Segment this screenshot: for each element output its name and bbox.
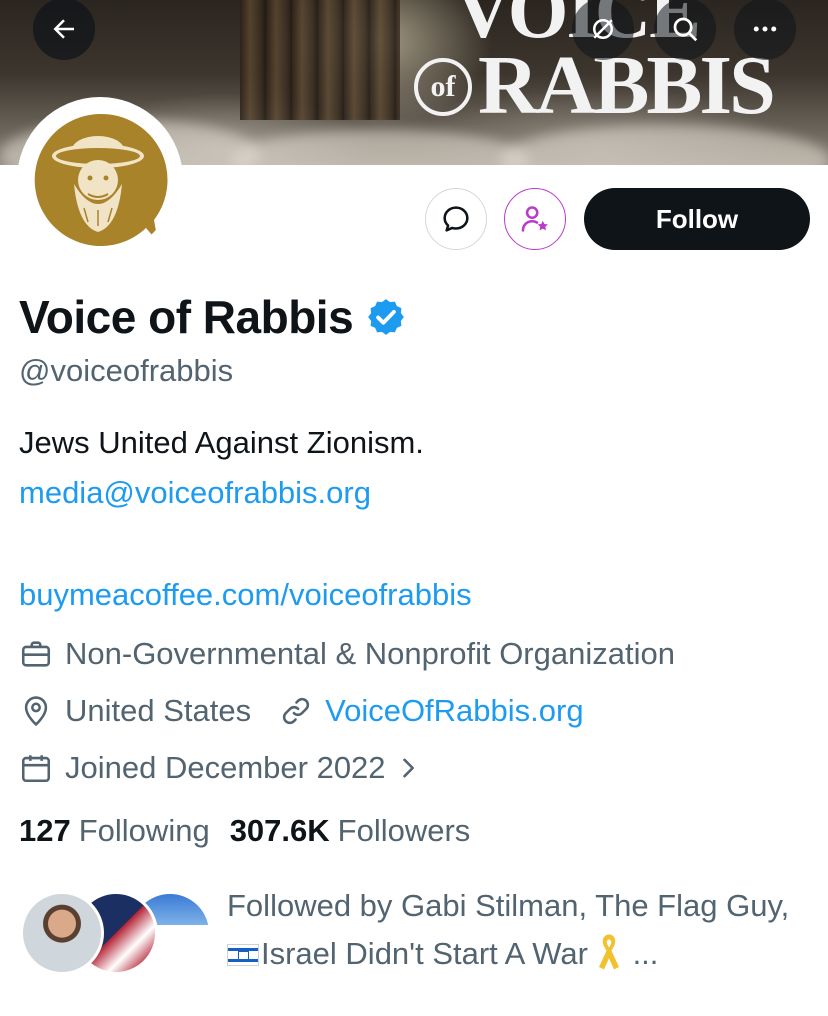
display-name: Voice of Rabbis <box>19 291 354 343</box>
location-label: United States <box>65 693 252 728</box>
more-horizontal-icon <box>753 26 777 32</box>
followers-label: Followers <box>337 813 471 848</box>
subscribe-button[interactable] <box>504 188 566 250</box>
followers-stat[interactable]: 307.6K Followers <box>230 813 471 849</box>
back-button[interactable] <box>33 0 95 60</box>
search-icon <box>673 17 698 42</box>
stats-row: 127 Following 307.6K Followers <box>19 813 490 849</box>
grok-button[interactable] <box>572 0 634 60</box>
briefcase-icon <box>21 641 51 667</box>
verified-badge-icon[interactable] <box>365 296 407 338</box>
message-bubble-icon <box>443 206 469 232</box>
follower-avatar <box>20 891 104 975</box>
website-group[interactable]: VoiceOfRabbis.org <box>279 693 584 729</box>
link-icon <box>283 697 310 725</box>
yellow-ribbon-icon <box>598 934 619 970</box>
bio-email-link[interactable]: media@voiceofrabbis.org <box>19 475 371 511</box>
following-count: 127 <box>19 813 71 848</box>
chevron-right-icon <box>402 758 414 778</box>
followed-by-third-name: Israel Didn't Start A War <box>261 936 588 971</box>
following-label: Following <box>78 813 210 848</box>
banner-brand-main: RABBIS <box>478 39 776 132</box>
category-row: Non-Governmental & Nonprofit Organizatio… <box>19 636 675 672</box>
banner-books-art <box>240 0 400 120</box>
location-pin-icon <box>24 696 48 727</box>
joined-label: Joined December 2022 <box>65 750 386 785</box>
subscribe-person-star-icon <box>521 206 548 232</box>
bio-text: Jews United Against Zionism. <box>19 425 424 460</box>
followed-by-avatars[interactable] <box>20 891 212 975</box>
message-button[interactable] <box>425 188 487 250</box>
location-row: United States VoiceOfRabbis.org <box>19 693 584 729</box>
profile-avatar[interactable] <box>17 97 183 263</box>
search-button[interactable] <box>654 0 716 60</box>
banner-brand-of: of <box>414 58 472 116</box>
followed-by-prefix: Followed by Gabi Stilman, The Flag Guy, <box>227 888 790 923</box>
followed-by-text[interactable]: Followed by Gabi Stilman, The Flag Guy, … <box>227 882 807 978</box>
website-link[interactable]: VoiceOfRabbis.org <box>325 693 583 729</box>
name-row: Voice of Rabbis <box>19 290 407 344</box>
joined-row[interactable]: Joined December 2022 <box>19 750 422 786</box>
followers-count: 307.6K <box>229 813 330 848</box>
more-button[interactable] <box>734 0 796 60</box>
following-stat[interactable]: 127 Following <box>19 813 210 849</box>
banner-cloud <box>230 130 530 165</box>
calendar-icon <box>21 755 51 783</box>
bio-coffee-link[interactable]: buymeacoffee.com/voiceofrabbis <box>19 577 472 613</box>
israel-flag-icon <box>227 944 259 966</box>
arrow-left-icon <box>53 19 74 39</box>
category-label: Non-Governmental & Nonprofit Organizatio… <box>65 636 675 671</box>
follow-button[interactable]: Follow <box>584 188 810 250</box>
followed-by-suffix: ... <box>623 936 659 971</box>
avatar-image <box>25 105 175 255</box>
handle: @voiceofrabbis <box>19 353 234 388</box>
grok-icon <box>593 19 613 39</box>
